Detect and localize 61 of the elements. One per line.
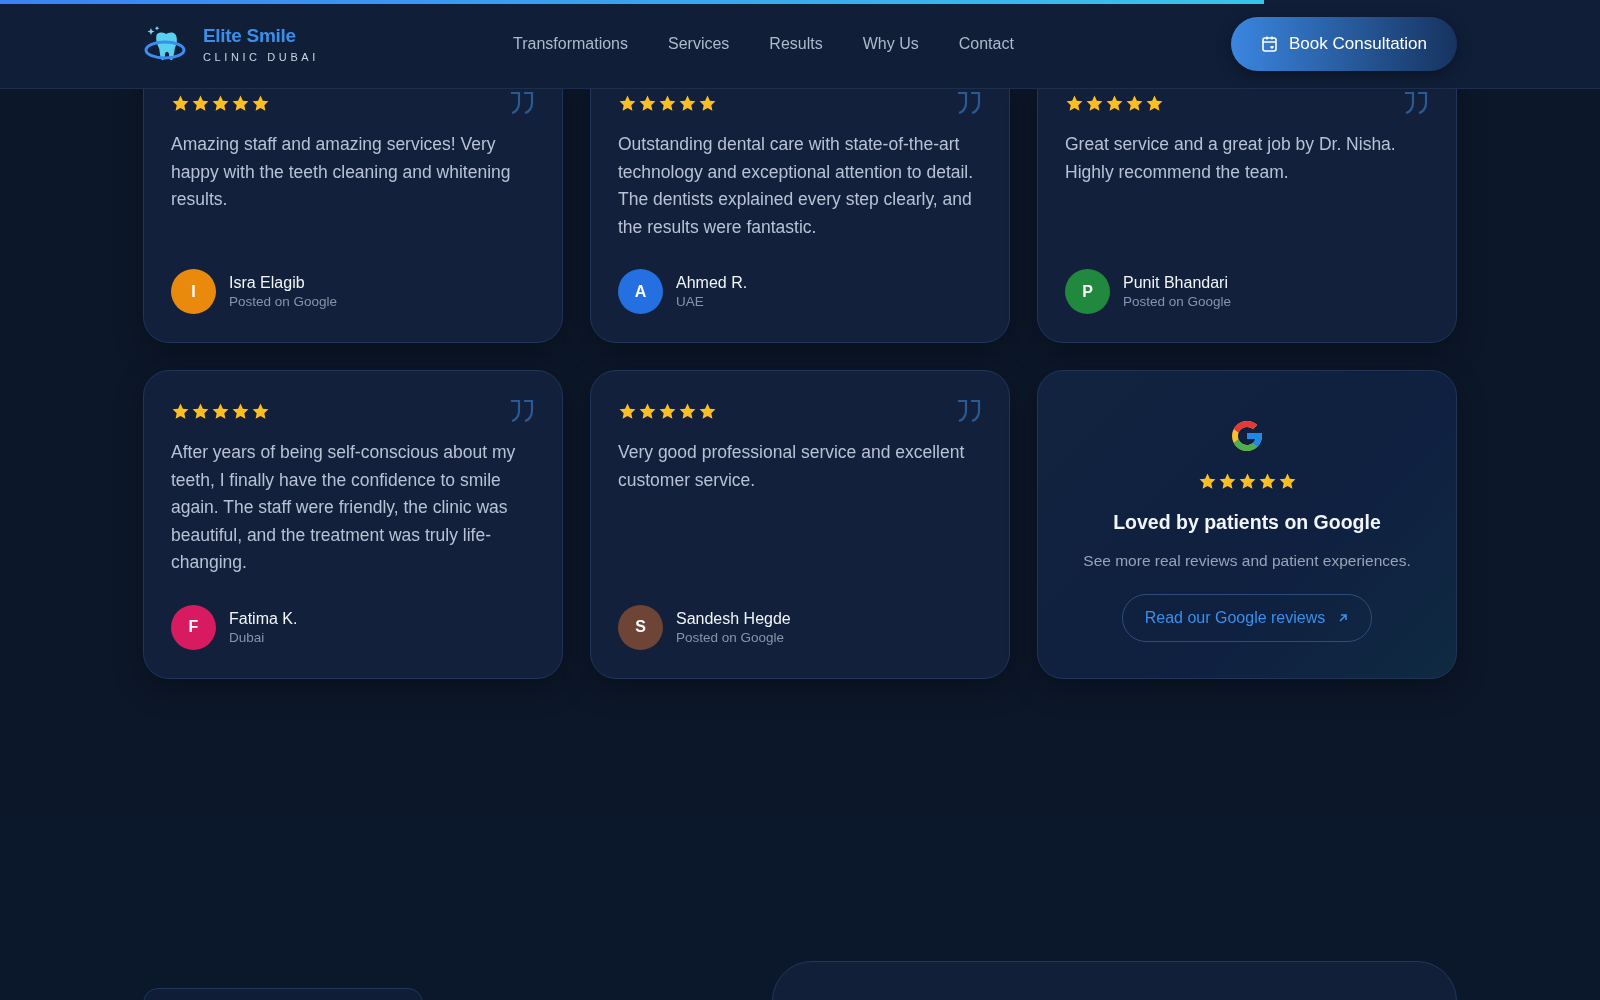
avatar: S [618,604,663,650]
star-icon [231,401,250,421]
avatar: P [1065,269,1110,314]
reviewer-name: Fatima K. [229,609,298,628]
star-icon [658,93,677,113]
avatar: I [171,269,216,314]
reviewer-name: Punit Bhandari [1123,274,1229,292]
quote-icon [956,399,982,423]
calendar-icon [1261,35,1279,53]
nav-link[interactable]: Contact [958,35,1014,53]
review-text: Outstanding dental care with state-of-the-art technology and exceptional attention to detail. The dentists explained every step clearly, and the results were fantastic. [618,133,975,239]
star-icon [231,93,250,113]
star-icon [698,401,717,421]
quote-icon [509,399,535,423]
review-source: Posted on Google [229,294,338,309]
star-icon [678,401,697,421]
brand-tagline: CLINIC DUBAI [203,51,319,63]
google-card-title: Loved by patients on Google [1113,511,1381,535]
star-icon [618,93,637,113]
reviewer-name: Ahmed R. [676,274,748,292]
review-text: Amazing staff and amazing services! Very happy with the teeth cleaning and whitening results. [171,133,512,211]
star-icon [638,401,657,421]
avatar: F [171,604,216,650]
star-icon [658,401,677,421]
star-icon [638,93,657,113]
brand-name[interactable]: Elite Smile [203,25,319,47]
star-icon [698,93,717,113]
star-icon [191,401,210,421]
star-icon [251,93,270,113]
review-text: After years of being self-conscious about my teeth, I finally have the confidence to smile again. The staff were friendly, the clinic was beautiful, and the treatment was truly life-changing. [171,441,517,574]
review-source: Dubai [229,629,266,645]
star-icon [1105,93,1124,113]
star-icon [251,401,270,421]
nav-link[interactable]: Transformations [513,35,628,53]
review-source: Posted on Google [676,629,786,645]
nav-link[interactable]: Results [769,35,823,53]
reviewer-name: Isra Elagib [229,274,306,292]
star-icon [678,93,697,113]
review-text: Great service and a great job by Dr. Nisha. Highly recommend the team. [1065,133,1397,184]
star-icon [1065,93,1084,113]
review-source: UAE [676,294,705,309]
star-icon [171,401,190,421]
review-text: Very good professional service and excellent customer service. [618,441,966,492]
nav-link[interactable]: Why Us [862,35,919,53]
star-icon [618,401,637,421]
star-icon [191,93,210,113]
star-icon [1125,93,1144,113]
star-icon [211,93,230,113]
quote-icon [956,91,982,115]
book-consultation-button[interactable]: Book Consultation [1231,17,1457,71]
nav-link[interactable]: Services [668,35,730,53]
avatar: A [618,269,663,314]
review-source: Posted on Google [1123,294,1232,309]
reviewer-name: Sandesh Hegde [676,609,791,628]
star-icon [211,401,230,421]
star-icon [171,93,190,113]
quote-icon [509,91,535,115]
quote-icon [1403,91,1429,115]
star-icon [1085,93,1104,113]
google-card-subtitle: See more real reviews and patient experiences. [1083,552,1411,571]
star-icon [1145,93,1164,113]
